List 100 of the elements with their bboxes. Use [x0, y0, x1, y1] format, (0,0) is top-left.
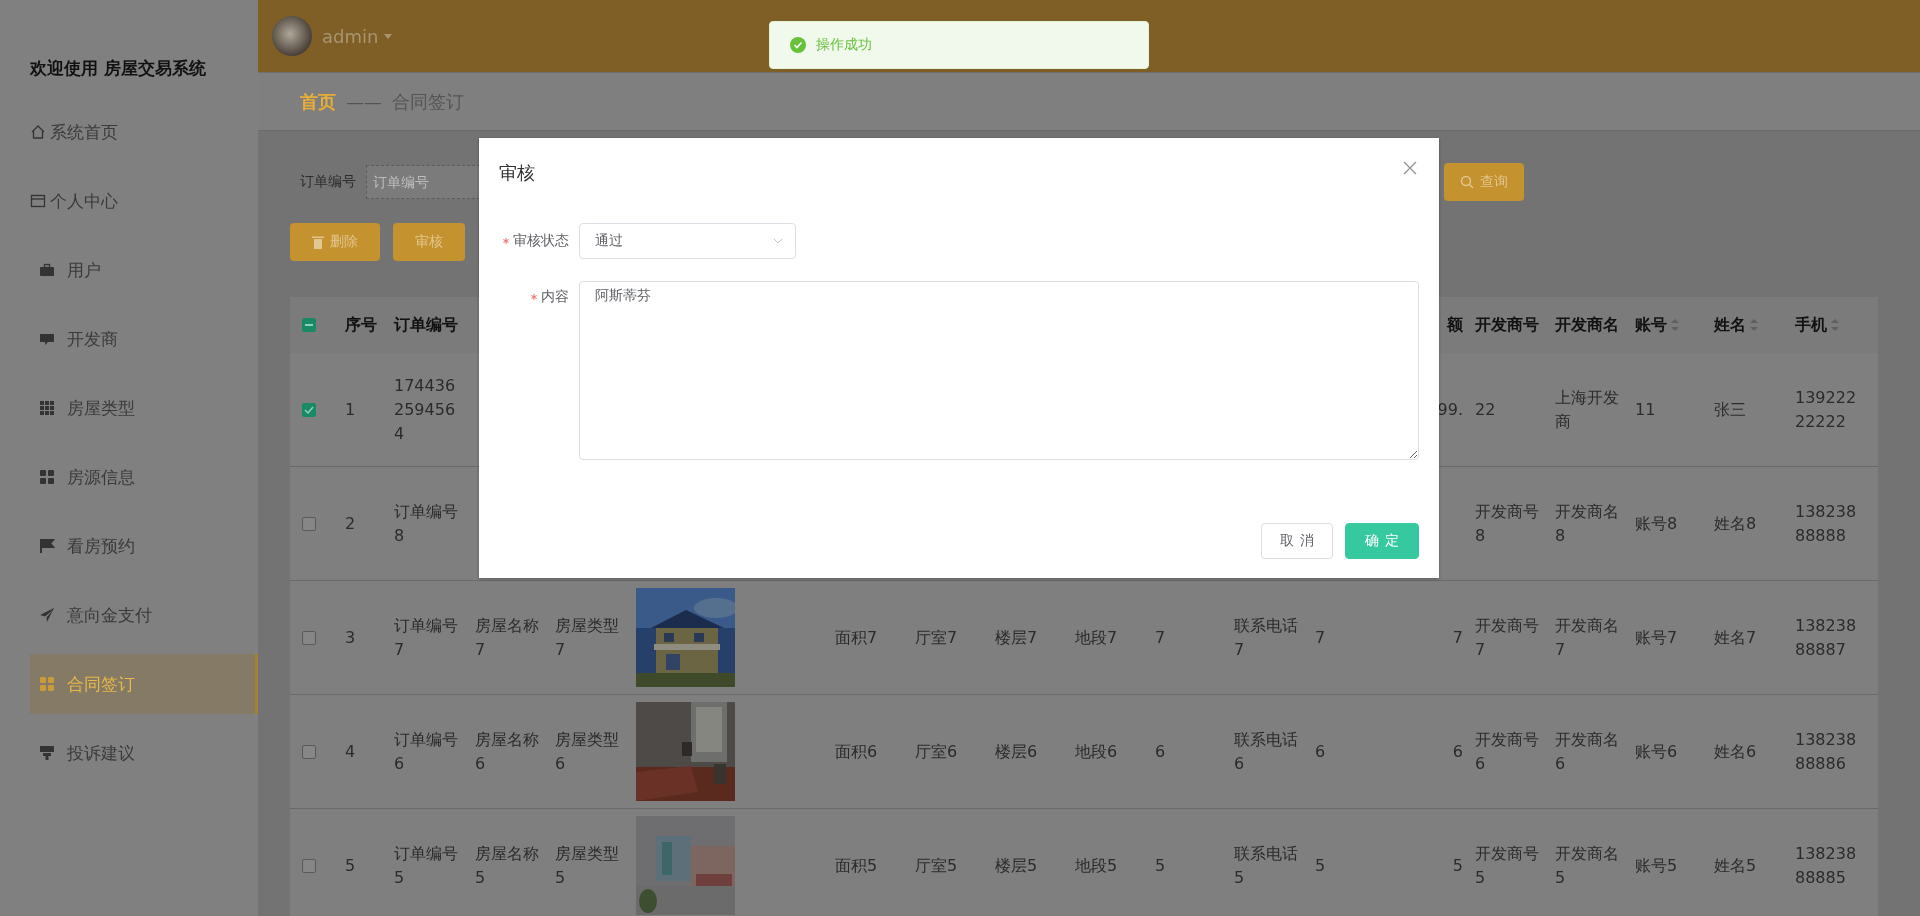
table-cell: 99.	[1437, 399, 1463, 419]
breadcrumb-link[interactable]: 首页	[300, 89, 336, 114]
table-cell: 5	[1155, 855, 1166, 875]
table-cell: 订单编号7	[394, 615, 458, 659]
table-cell: 订单编号5	[394, 843, 458, 887]
table-cell: 地段6	[1075, 741, 1118, 761]
sidebar-item[interactable]: 个人中心	[30, 171, 258, 231]
caret-icon	[384, 33, 393, 39]
table-cell: 开发商号5	[1475, 843, 1539, 887]
table-cell: 房屋类型5	[555, 843, 619, 887]
table-cell: 联系电话7	[1234, 615, 1298, 659]
toast-message: 操作成功	[816, 36, 872, 54]
table-cell: 房屋名称6	[475, 729, 539, 773]
table-cell: 开发商名6	[1555, 729, 1619, 773]
table-cell: 账号6	[1635, 741, 1678, 761]
table-cell: 2	[345, 513, 356, 533]
confirm-button[interactable]: 确定	[1345, 523, 1419, 559]
table-cell: 上海开发商	[1555, 387, 1619, 431]
row-checkbox[interactable]	[302, 744, 316, 759]
table-cell: 厅室6	[915, 741, 958, 761]
table-cell: 地段5	[1075, 855, 1118, 875]
table-cell: 房屋名称5	[475, 843, 539, 887]
row-checkbox[interactable]	[302, 402, 316, 417]
column-header: 开发商号	[1475, 314, 1539, 336]
field-label: 内容	[541, 288, 569, 306]
column-header: 序号	[345, 314, 377, 336]
table-cell: 订单编号8	[394, 501, 458, 545]
table-cell: 开发商名5	[1555, 843, 1619, 887]
table-cell: 房屋类型6	[555, 729, 619, 773]
table-cell: 开发商号8	[1475, 501, 1539, 545]
table-cell: 开发商名7	[1555, 615, 1619, 659]
table-cell: 联系电话6	[1234, 729, 1298, 773]
cancel-button[interactable]: 取消	[1261, 523, 1333, 559]
sidebar-item[interactable]: 开发商	[30, 309, 258, 369]
sidebar-item[interactable]: 合同签订	[30, 654, 258, 714]
table-cell: 5	[1452, 855, 1463, 875]
table-cell: 6	[1452, 741, 1463, 761]
sidebar-item[interactable]: 意向金支付	[30, 585, 258, 645]
success-icon	[790, 37, 806, 53]
table-cell: 订单编号6	[394, 729, 458, 773]
table-cell: 5	[1315, 855, 1326, 875]
row-checkbox[interactable]	[302, 858, 316, 873]
table-cell: 13823888885	[1795, 843, 1857, 887]
breadcrumb-separator: ——	[346, 91, 382, 112]
table-cell: 地段7	[1075, 627, 1118, 647]
review-button[interactable]: 审核	[393, 223, 465, 261]
chat-icon	[39, 331, 55, 347]
send-icon	[39, 607, 55, 623]
grid-icon	[39, 469, 55, 485]
sort-icon[interactable]	[1671, 319, 1679, 331]
table-cell: 1	[345, 399, 356, 419]
table-cell: 13823888887	[1795, 615, 1857, 659]
table-cell: 姓名7	[1714, 627, 1757, 647]
table-cell: 13922222222	[1795, 387, 1857, 431]
table-cell: 厅室5	[915, 855, 958, 875]
app-title: 欢迎使用 房屋交易系统	[28, 57, 207, 80]
table-cell: 账号8	[1635, 513, 1678, 533]
status-select[interactable]: 通过	[579, 223, 796, 259]
table-cell: 厅室7	[915, 627, 958, 647]
sidebar-item[interactable]: 房屋类型	[30, 378, 258, 438]
sort-icon[interactable]	[1750, 319, 1758, 331]
check-icon	[304, 405, 314, 414]
sidebar-item[interactable]: 投诉建议	[30, 723, 258, 783]
table-cell: 开发商名8	[1555, 501, 1619, 545]
sort-icon[interactable]	[1831, 319, 1839, 331]
avatar-icon[interactable]	[272, 16, 312, 56]
table-cell: 5	[345, 855, 356, 875]
signpost-icon	[39, 745, 55, 761]
sidebar-item[interactable]: 系统首页	[30, 102, 258, 162]
table-cell: 13823888886	[1795, 729, 1857, 773]
sidebar-item[interactable]: 房源信息	[30, 447, 258, 507]
table-cell: 楼层5	[995, 855, 1038, 875]
grid-icon	[39, 400, 55, 416]
table-cell: 7	[1452, 627, 1463, 647]
column-header: 姓名	[1714, 314, 1746, 336]
table-cell: 房屋类型7	[555, 615, 619, 659]
delete-button[interactable]: 删除	[290, 223, 380, 261]
minus-icon	[305, 324, 313, 326]
table-cell: 账号7	[1635, 627, 1678, 647]
table-cell: 7	[1315, 627, 1326, 647]
table-cell: 面积7	[835, 627, 878, 647]
table-cell: 房屋名称7	[475, 615, 539, 659]
sidebar-item[interactable]: 用户	[30, 240, 258, 300]
column-header: 开发商名	[1555, 314, 1619, 336]
row-checkbox[interactable]	[302, 630, 316, 645]
row-checkbox[interactable]	[302, 516, 316, 531]
table-cell: 6	[1315, 741, 1326, 761]
table-cell: 开发商号7	[1475, 615, 1539, 659]
column-header: 额	[1447, 314, 1463, 336]
table-cell: 13823888888	[1795, 501, 1857, 545]
user-menu[interactable]: admin	[322, 25, 393, 47]
trash-icon	[312, 235, 324, 249]
table-cell: 面积5	[835, 855, 878, 875]
select-all-checkbox[interactable]	[302, 318, 316, 332]
content-field[interactable]: 阿斯蒂芬	[579, 281, 1419, 460]
table-cell: 22	[1475, 399, 1496, 419]
table-cell: 面积6	[835, 741, 878, 761]
sidebar-item[interactable]: 看房预约	[30, 516, 258, 576]
search-button[interactable]: 查询	[1444, 163, 1524, 201]
close-icon[interactable]	[1403, 161, 1417, 175]
